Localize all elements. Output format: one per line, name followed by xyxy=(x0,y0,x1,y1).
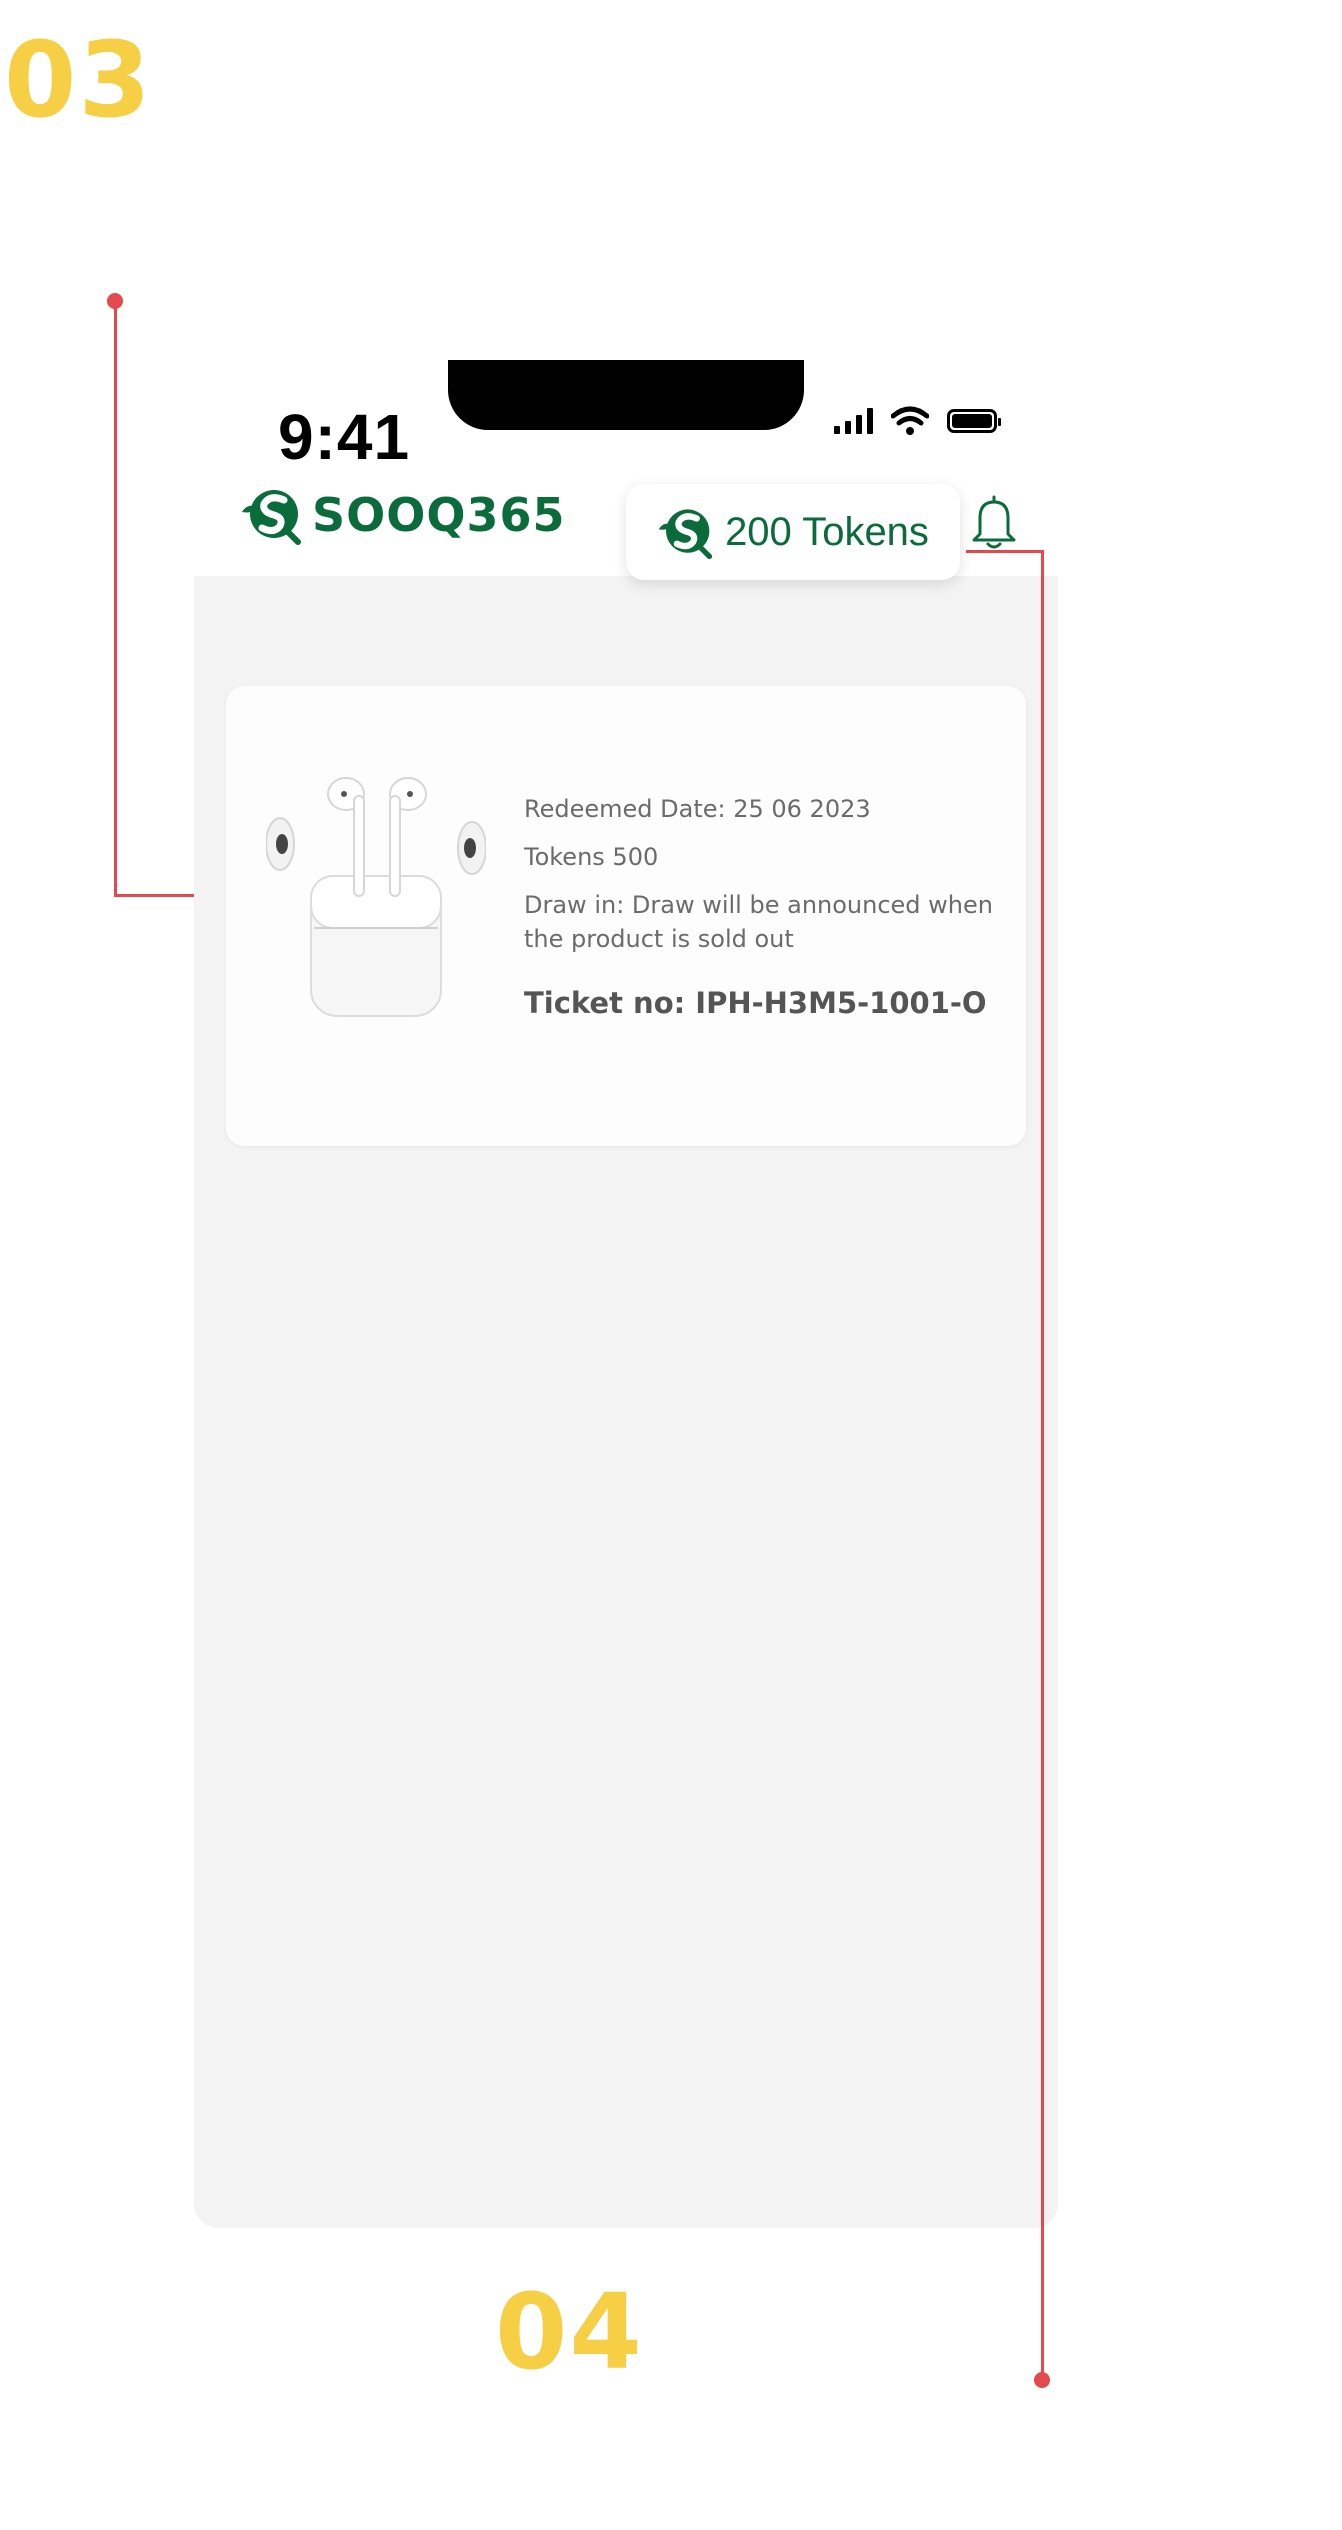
ticket-card[interactable]: Redeemed Date: 25 06 2023 Tokens 500 Dra… xyxy=(226,686,1026,1146)
airpods-image xyxy=(266,777,486,1017)
draw-info: Draw in: Draw will be announced when the… xyxy=(524,891,993,953)
ticket-info: Redeemed Date: 25 06 2023 Tokens 500 Dra… xyxy=(524,792,1004,1020)
page: 03 9:41 SOOQ365 200 Tokens Redeemed Date… xyxy=(0,0,1342,2530)
tokens-balance-button[interactable]: 200 Tokens xyxy=(626,484,960,580)
step-number-top: 03 xyxy=(4,19,153,141)
tokens-spent: Tokens 500 xyxy=(524,843,659,871)
redeemed-date: Redeemed Date: 25 06 2023 xyxy=(524,795,871,823)
battery-icon xyxy=(947,409,1001,433)
step-number-bottom: 04 xyxy=(495,2271,644,2393)
logo-text: SOOQ365 xyxy=(312,488,566,542)
token-logo-icon xyxy=(658,509,713,560)
annotation-dot-right xyxy=(1034,2372,1050,2388)
sooq-logo-icon xyxy=(242,490,301,545)
wifi-icon xyxy=(891,406,929,435)
status-time: 9:41 xyxy=(278,401,411,473)
signal-icon xyxy=(834,408,873,434)
device-notch xyxy=(448,360,804,430)
phone-screen: 9:41 SOOQ365 200 Tokens Redeemed Date: 2… xyxy=(194,360,1058,2228)
app-logo[interactable]: SOOQ365 xyxy=(240,484,565,546)
tokens-balance-label: 200 Tokens xyxy=(725,509,929,554)
ticket-number: Ticket no: IPH-H3M5-1001-O xyxy=(524,986,987,1020)
status-icons xyxy=(834,406,1001,436)
annotation-line-right-vertical xyxy=(1041,550,1044,2380)
bell-icon[interactable] xyxy=(970,494,1018,550)
annotation-line-right-horizontal xyxy=(966,550,1044,553)
annotation-line-left-vertical xyxy=(114,301,117,897)
